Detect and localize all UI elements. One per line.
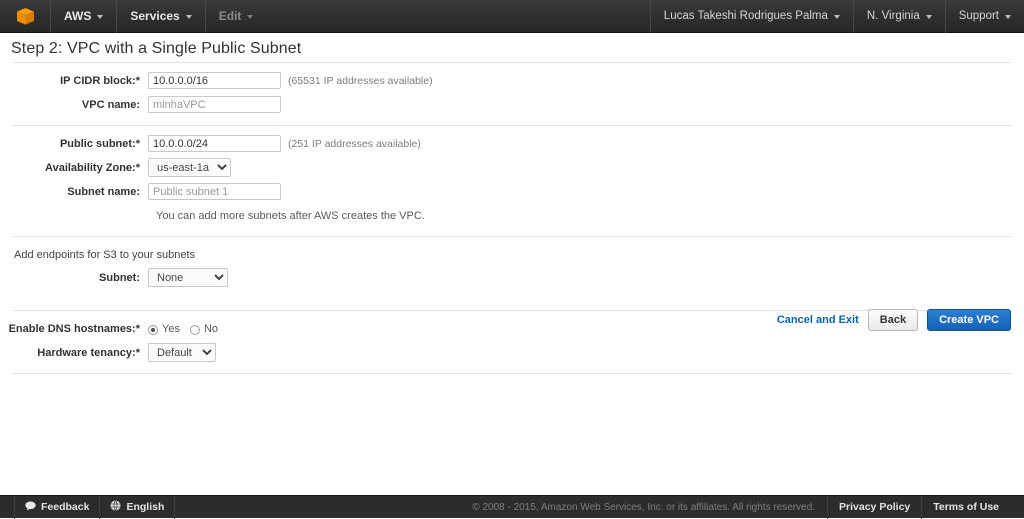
dns-hostnames-label: Enable DNS hostnames:* [0,323,148,335]
wizard-actions: Cancel and Exit Back Create VPC [777,309,1011,331]
ip-cidr-label: IP CIDR block:* [0,75,148,87]
endpoints-heading: Add endpoints for S3 to your subnets [0,244,1024,267]
nav-item-aws[interactable]: AWS [51,0,116,33]
vpc-name-label: VPC name: [0,99,148,111]
cancel-and-exit-link[interactable]: Cancel and Exit [777,314,859,326]
vpc-name-input[interactable] [148,96,281,113]
row-endpoint-subnet: Subnet: None [0,267,1024,288]
nav-item-account[interactable]: Lucas Takeshi Rodrigues Palma [651,0,853,33]
language-button[interactable]: English [100,496,175,519]
aws-logo[interactable] [0,0,50,33]
chevron-down-icon [247,15,253,19]
chevron-down-icon [186,15,192,19]
row-subnet-note: You can add more subnets after AWS creat… [0,205,1024,226]
copyright-text: © 2008 - 2015, Amazon Web Services, Inc.… [460,502,827,513]
nav-item-region[interactable]: N. Virginia [854,0,945,33]
chevron-down-icon [926,15,932,19]
row-public-subnet: Public subnet:* (251 IP addresses availa… [0,133,1024,154]
page-footer: Feedback English © 2008 - 2015, Amazon W… [0,495,1024,518]
nav-item-support[interactable]: Support [946,0,1024,33]
endpoint-subnet-select[interactable]: None [148,268,228,287]
section-divider [13,373,1011,374]
vpc-section: IP CIDR block:* (65531 IP addresses avai… [0,63,1024,125]
privacy-policy-link[interactable]: Privacy Policy [827,496,921,519]
dns-hostnames-yes-label: Yes [162,323,180,335]
subnet-name-note: You can add more subnets after AWS creat… [156,210,425,222]
language-label: English [126,501,164,513]
speech-bubble-icon [25,501,36,514]
nav-item-edit[interactable]: Edit [206,0,267,33]
dns-hostnames-yes-radio[interactable] [148,325,158,335]
nav-item-services[interactable]: Services [117,0,204,33]
ip-cidr-hint: (65531 IP addresses available) [288,75,433,87]
row-availability-zone: Availability Zone:* us-east-1a [0,157,1024,178]
chevron-down-icon [834,15,840,19]
subnet-name-label: Subnet name: [0,186,148,198]
availability-zone-select[interactable]: us-east-1a [148,158,231,177]
nav-item-support-label: Support [959,10,999,22]
dns-hostnames-no-radio[interactable] [190,325,200,335]
hardware-tenancy-label: Hardware tenancy:* [0,347,148,359]
nav-item-region-label: N. Virginia [867,10,920,22]
globe-icon [110,500,121,514]
public-subnet-hint: (251 IP addresses available) [288,138,421,150]
dns-hostnames-no-label: No [204,323,218,335]
chevron-down-icon [97,15,103,19]
s3-endpoints-section: Add endpoints for S3 to your subnets Sub… [0,237,1024,310]
back-button[interactable]: Back [868,309,918,331]
aws-cube-icon [16,7,35,26]
row-ip-cidr: IP CIDR block:* (65531 IP addresses avai… [0,70,1024,91]
availability-zone-label: Availability Zone:* [0,162,148,174]
nav-item-account-label: Lucas Takeshi Rodrigues Palma [664,10,828,22]
feedback-button[interactable]: Feedback [14,496,100,519]
public-subnet-section: Public subnet:* (251 IP addresses availa… [0,126,1024,236]
page-title: Step 2: VPC with a Single Public Subnet [11,40,301,58]
public-subnet-label: Public subnet:* [0,138,148,150]
nav-item-services-label: Services [130,9,179,23]
create-vpc-button[interactable]: Create VPC [927,309,1011,331]
nav-item-aws-label: AWS [64,9,91,23]
top-navigation-bar: AWS Services Edit Lucas Takeshi Rodrigue… [0,0,1024,33]
hardware-tenancy-select[interactable]: Default [148,343,216,362]
row-hardware-tenancy: Hardware tenancy:* Default [0,342,1024,363]
terms-of-use-link[interactable]: Terms of Use [921,496,1010,519]
row-vpc-name: VPC name: [0,94,1024,115]
row-subnet-name: Subnet name: [0,181,1024,202]
footer-right-group: © 2008 - 2015, Amazon Web Services, Inc.… [460,496,1024,519]
chevron-down-icon [1005,15,1011,19]
nav-right-group: Lucas Takeshi Rodrigues Palma N. Virgini… [650,0,1024,33]
subnet-name-input[interactable] [148,183,281,200]
nav-item-edit-label: Edit [219,9,242,23]
public-subnet-input[interactable] [148,135,281,152]
feedback-label: Feedback [41,501,89,513]
endpoint-subnet-label: Subnet: [0,272,148,284]
ip-cidr-input[interactable] [148,72,281,89]
